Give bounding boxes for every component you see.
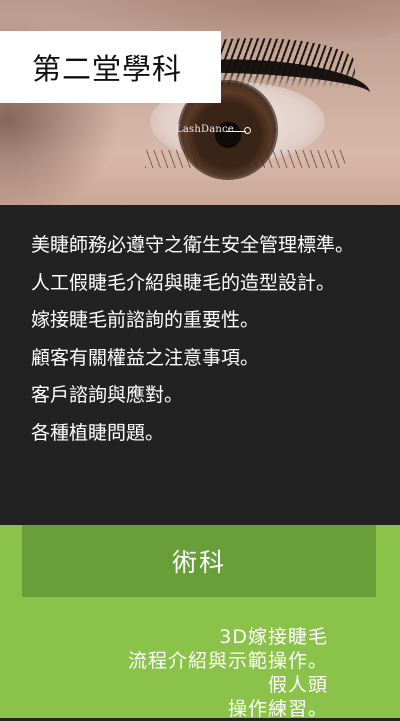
practical-line: 3D嫁接睫毛 [219,626,328,648]
practical-content: 3D嫁接睫毛 流程介紹與示範操作。 假人頭 操作練習。 [0,625,328,721]
section-title: 第二堂學科 [32,52,183,86]
practical-line: 假人頭 [267,674,328,696]
list-item: 嫁接睫毛前諮詢的重要性。 [31,309,260,331]
list-item: 各種植睫問題。 [31,421,165,444]
list-item: 客戶諮詢與應對。 [31,384,184,406]
academic-content: 美睫師務必遵守之衛生安全管理標準。 人工假睫毛介紹與睫毛的造型設計。 嫁接睫毛前… [0,205,400,525]
section-title-box: 第二堂學科 [0,31,221,103]
list-item: 顧客有關權益之注意事項。 [31,346,260,369]
practical-line: 操作練習。 [227,698,328,720]
practical-line: 流程介紹與示範操作。 [127,650,328,672]
watermark: LashDance [176,124,234,135]
list-item: 美睫師務必遵守之衛生安全管理標準。 [31,234,355,256]
practical-header-label: 術科 [171,548,226,577]
academic-list: 美睫師務必遵守之衛生安全管理標準。 人工假睫毛介紹與睫毛的造型設計。 嫁接睫毛前… [0,205,400,452]
practical-header: 術科 [22,525,376,597]
list-item: 人工假睫毛介紹與睫毛的造型設計。 [31,271,336,294]
practical-section: 術科 3D嫁接睫毛 流程介紹與示範操作。 假人頭 操作練習。 [0,525,400,721]
